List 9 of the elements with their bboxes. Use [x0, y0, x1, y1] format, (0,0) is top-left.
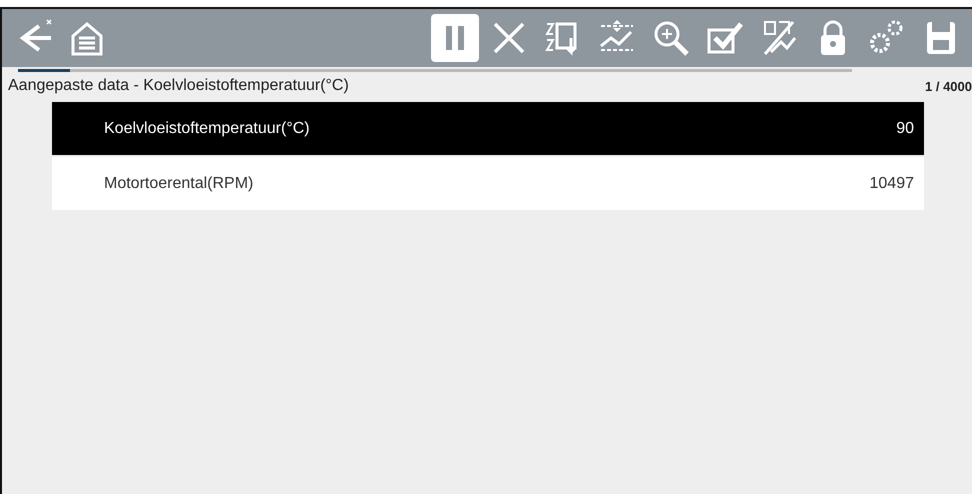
pause-button[interactable] [431, 14, 479, 62]
screen-title: Aangepaste data - Koelvloeistoftemperatuur(°C) [8, 77, 349, 95]
parameter-value: 10497 [870, 174, 914, 192]
data-row[interactable]: Motortoerental(RPM) 10497 [52, 157, 924, 210]
parameter-value: 90 [896, 120, 914, 138]
data-row[interactable]: Koelvloeistoftemperatuur(°C) 90 [52, 102, 924, 155]
frame-counter: 1 / 4000 [925, 78, 972, 94]
parameter-name: Motortoerental(RPM) [104, 174, 254, 192]
parameter-name: Koelvloeistoftemperatuur(°C) [104, 120, 310, 138]
